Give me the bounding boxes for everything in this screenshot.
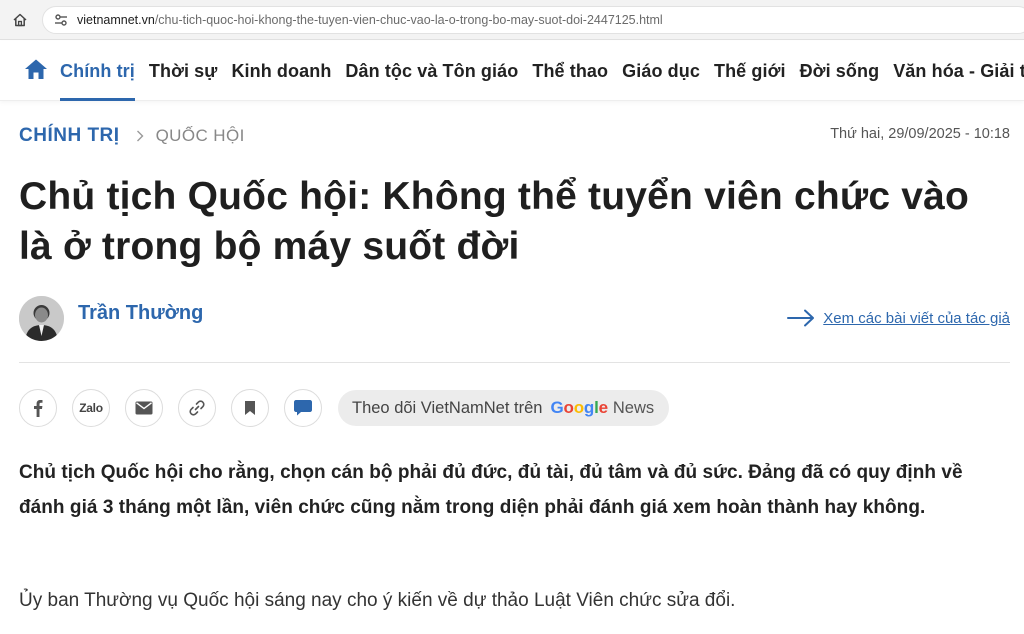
follow-text: Theo dõi VietNamNet trên [352, 398, 543, 417]
breadcrumb-category[interactable]: CHÍNH TRỊ [19, 125, 120, 147]
author-articles-link[interactable]: Xem các bài viết của tác giả [787, 308, 1010, 328]
news-label: News [612, 398, 655, 417]
author-avatar[interactable] [19, 296, 64, 341]
url-field[interactable]: vietnamnet.vn/chu-tich-quoc-hoi-khong-th… [42, 6, 1024, 34]
arrow-right-icon [787, 308, 815, 328]
nav-item-the-thao[interactable]: Thể thao [532, 41, 608, 101]
zalo-label: Zalo [79, 401, 103, 415]
author-articles-link-text[interactable]: Xem các bài viết của tác giả [823, 310, 1010, 327]
nav-item-thoi-su[interactable]: Thời sự [149, 41, 218, 101]
home-icon[interactable] [24, 58, 48, 80]
comment-icon [294, 400, 312, 416]
mail-icon [135, 401, 153, 415]
facebook-share-button[interactable] [19, 389, 57, 427]
nav-item-dan-toc-ton-giao[interactable]: Dân tộc và Tôn giáo [345, 41, 518, 101]
browser-home-icon[interactable] [10, 10, 30, 30]
email-share-button[interactable] [125, 389, 163, 427]
author-name[interactable]: Trần Thường [78, 302, 203, 325]
nav-item-giao-duc[interactable]: Giáo dục [622, 41, 700, 101]
chevron-right-icon [136, 130, 144, 142]
url-text: vietnamnet.vn/chu-tich-quoc-hoi-khong-th… [77, 13, 663, 27]
share-bar: Zalo Theo dõi VietNamNet trên Google New… [19, 389, 670, 427]
bookmark-icon [245, 401, 255, 415]
breadcrumb-subcategory[interactable]: QUỐC HỘI [156, 126, 245, 146]
facebook-icon [34, 400, 43, 417]
nav-item-chinh-tri[interactable]: Chính trị [60, 41, 135, 101]
bookmark-button[interactable] [231, 389, 269, 427]
link-icon [189, 400, 205, 416]
article-lead: Chủ tịch Quốc hội cho rằng, chọn cán bộ … [19, 462, 963, 518]
nav-items: Chính trị Thời sự Kinh doanh Dân tộc và … [60, 41, 1024, 101]
nav-item-kinh-doanh[interactable]: Kinh doanh [231, 41, 331, 101]
zalo-share-button[interactable]: Zalo [72, 389, 110, 427]
browser-address-bar: vietnamnet.vn/chu-tich-quoc-hoi-khong-th… [0, 0, 1024, 40]
google-logo: Google [550, 398, 608, 417]
google-news-follow-button[interactable]: Theo dõi VietNamNet trên Google News [338, 390, 670, 426]
site-settings-icon[interactable] [53, 12, 69, 28]
copy-link-button[interactable] [178, 389, 216, 427]
divider [19, 362, 1010, 363]
article-paragraph: Ủy ban Thường vụ Quốc hội sáng nay cho ý… [19, 590, 736, 611]
breadcrumb: CHÍNH TRỊ QUỐC HỘI [19, 124, 245, 148]
nav-item-van-hoa-giai-tri[interactable]: Văn hóa - Giải trí [893, 41, 1024, 101]
nav-item-doi-song[interactable]: Đời sống [800, 41, 880, 101]
publish-date: Thứ hai, 29/09/2025 - 10:18 [830, 126, 1010, 142]
main-nav: Chính trị Thời sự Kinh doanh Dân tộc và … [0, 41, 1024, 101]
nav-item-the-gioi[interactable]: Thế giới [714, 41, 786, 101]
comment-button[interactable] [284, 389, 322, 427]
article-title: Chủ tịch Quốc hội: Không thể tuyển viên … [19, 175, 970, 268]
